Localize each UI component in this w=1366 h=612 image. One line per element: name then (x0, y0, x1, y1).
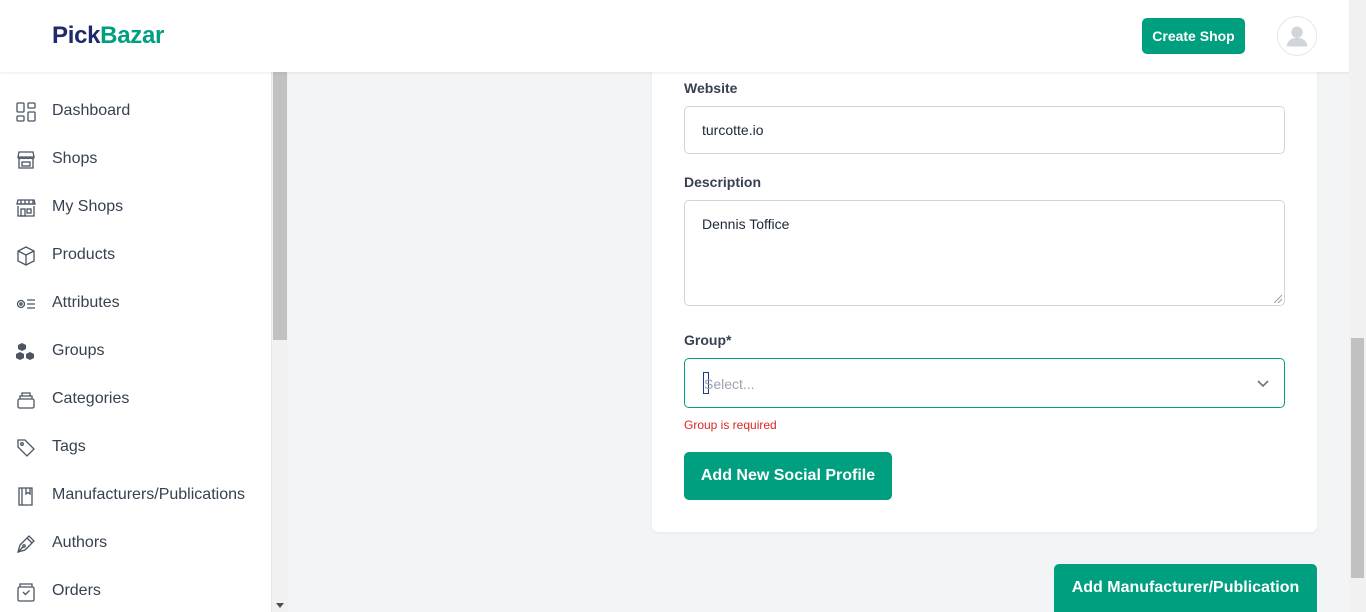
tag-icon (17, 439, 35, 457)
logo-text-bazar: Bazar (100, 22, 165, 49)
sidebar-item-products[interactable]: Products (0, 236, 272, 276)
sidebar-item-label: Dashboard (52, 102, 131, 119)
sidebar-item-label: Categories (52, 390, 130, 407)
book-icon (18, 487, 33, 506)
website-label: Website (684, 80, 738, 96)
sidebar-item-label: Attributes (52, 294, 120, 311)
sidebar-item-manufacturers[interactable]: Manufacturers/Publications (0, 476, 272, 516)
orders-icon (17, 583, 35, 602)
categories-icon (17, 392, 35, 409)
group-label: Group* (684, 332, 732, 348)
shop-icon (17, 151, 35, 169)
description-textarea[interactable]: Dennis Toffice (684, 200, 1285, 306)
sidebar-item-categories[interactable]: Categories (0, 380, 272, 420)
add-manufacturer-button[interactable]: Add Manufacturer/Publication (1054, 564, 1317, 612)
sidebar-item-shops[interactable]: Shops (0, 140, 272, 180)
group-select[interactable]: Select... (684, 358, 1285, 408)
sidebar-item-dashboard[interactable]: Dashboard (0, 92, 272, 132)
logo-text-pick: Pick (52, 22, 101, 49)
group-select-placeholder: Select... (704, 376, 755, 392)
add-social-profile-button[interactable]: Add New Social Profile (684, 452, 892, 500)
sidebar-item-orders[interactable]: Orders (0, 572, 272, 612)
group-error-message: Group is required (684, 418, 777, 432)
sidebar-scrollbar[interactable] (272, 72, 288, 612)
sidebar-item-label: Manufacturers/Publications (52, 486, 245, 503)
sidebar-item-tags[interactable]: Tags (0, 428, 272, 468)
sidebar-scrollbar-thumb[interactable] (273, 72, 287, 340)
dashboard-icon (16, 102, 36, 122)
sidebar-item-my-shops[interactable]: My Shops (0, 188, 272, 228)
sidebar-item-label: Authors (52, 534, 108, 551)
user-avatar-icon (1286, 26, 1308, 47)
sidebar-item-label: Shops (52, 150, 98, 167)
form-card: Website turcotte.io Description Dennis T… (652, 60, 1317, 532)
create-shop-button[interactable]: Create Shop (1142, 18, 1245, 54)
sidebar: Dashboard Shops My Shops Products Attrib… (0, 72, 272, 612)
page-scrollbar[interactable] (1349, 0, 1366, 612)
chevron-down-icon[interactable] (1256, 376, 1270, 390)
page-scrollbar-thumb[interactable] (1351, 338, 1364, 578)
logo[interactable]: PickBazar (52, 22, 164, 50)
scroll-down-arrow-icon[interactable] (276, 603, 284, 608)
description-label: Description (684, 174, 762, 190)
avatar[interactable] (1277, 16, 1317, 56)
sidebar-item-label: Orders (52, 582, 101, 599)
website-input[interactable]: turcotte.io (684, 106, 1285, 154)
description-text: Dennis Toffice (702, 216, 790, 232)
pen-icon (17, 535, 35, 553)
top-bar: PickBazar Create Shop (0, 0, 1366, 72)
resize-handle-icon[interactable] (1274, 295, 1282, 303)
my-shops-icon (16, 199, 36, 217)
sidebar-item-label: My Shops (52, 198, 124, 215)
sidebar-item-authors[interactable]: Authors (0, 524, 272, 564)
attributes-icon (16, 299, 35, 309)
sidebar-item-groups[interactable]: Groups (0, 332, 272, 372)
box-icon (17, 246, 35, 266)
groups-icon (16, 343, 34, 360)
sidebar-item-label: Tags (52, 438, 86, 455)
sidebar-item-label: Groups (52, 342, 105, 359)
sidebar-item-label: Products (52, 246, 116, 263)
sidebar-item-attributes[interactable]: Attributes (0, 284, 272, 324)
